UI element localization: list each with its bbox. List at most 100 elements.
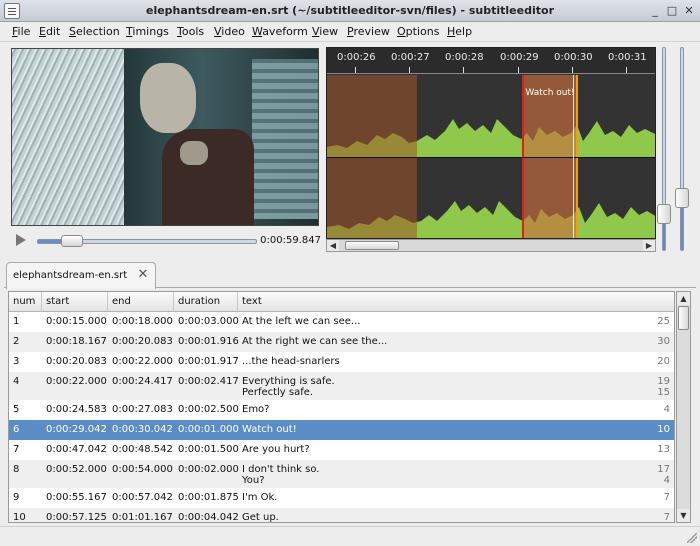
menu-selection[interactable]: Selection bbox=[69, 25, 120, 38]
column-header-text[interactable]: text bbox=[238, 292, 674, 312]
waveform-scale-slider[interactable] bbox=[675, 47, 689, 251]
cell-duration: 0:00:01.000 bbox=[178, 424, 239, 435]
cell-end: 0:00:57.042 bbox=[112, 492, 173, 503]
scroll-right-icon[interactable]: ▶ bbox=[643, 240, 655, 251]
cell-text: Emo? bbox=[242, 404, 270, 415]
cell-start: 0:00:57.125 bbox=[46, 512, 107, 523]
video-frame[interactable] bbox=[11, 48, 319, 226]
cell-text: Are you hurt? bbox=[242, 444, 310, 455]
cell-end: 0:00:48.542 bbox=[112, 444, 173, 455]
column-header-start[interactable]: start bbox=[42, 292, 108, 312]
menu-preview[interactable]: Preview bbox=[347, 25, 390, 38]
cell-text: Get up. Emo, it's not safe here. bbox=[242, 512, 279, 523]
table-row[interactable]: 4 0:00:22.000 0:00:24.417 0:00:02.417 Everyt… bbox=[9, 372, 674, 400]
cell-start: 0:00:47.042 bbox=[46, 444, 107, 455]
cell-end: 0:00:24.417 bbox=[112, 376, 173, 387]
timeline-tick-label: 0:00:27 bbox=[391, 52, 430, 63]
resize-grip-icon[interactable] bbox=[687, 533, 697, 543]
table-row[interactable]: 8 0:00:52.000 0:00:54.000 0:00:02.000 I don'… bbox=[9, 460, 674, 488]
scroll-left-icon[interactable]: ◀ bbox=[327, 240, 339, 251]
cell-end: 0:00:18.000 bbox=[112, 316, 173, 327]
menu-options[interactable]: Options bbox=[397, 25, 439, 38]
table-header: num start end duration text bbox=[9, 292, 674, 312]
timeline-tick-label: 0:00:29 bbox=[500, 52, 539, 63]
waveform-scroll-thumb[interactable] bbox=[345, 241, 399, 250]
title-bar: elephantsdream-en.srt (~/subtitleeditor-… bbox=[0, 0, 700, 22]
tab-elephantsdream[interactable]: elephantsdream-en.srt ✕ bbox=[6, 262, 156, 289]
playback-time: 0:00:59.847 bbox=[260, 235, 321, 246]
cell-num: 2 bbox=[13, 336, 20, 347]
waveform-scale-knob[interactable] bbox=[675, 187, 689, 208]
timeline-tick-label: 0:00:31 bbox=[608, 52, 647, 63]
cell-duration: 0:00:03.000 bbox=[178, 316, 239, 327]
menu-timings[interactable]: Timings bbox=[126, 25, 169, 38]
cell-start: 0:00:15.000 bbox=[46, 316, 107, 327]
play-icon[interactable] bbox=[16, 234, 26, 246]
menu-video[interactable]: Video bbox=[214, 25, 245, 38]
waveform-active-subtitle-label: Watch out! bbox=[525, 88, 575, 98]
column-header-num[interactable]: num bbox=[9, 292, 42, 312]
cell-end: 0:00:30.042 bbox=[112, 424, 173, 435]
cell-num: 6 bbox=[13, 424, 20, 435]
maximize-icon[interactable]: □ bbox=[665, 4, 679, 18]
waveform-horizontal-scrollbar[interactable]: ◀ ▶ bbox=[326, 239, 656, 252]
cell-duration: 0:00:01.875 bbox=[178, 492, 239, 503]
close-icon[interactable]: ✕ bbox=[682, 4, 696, 18]
minimize-icon[interactable]: _ bbox=[648, 4, 662, 18]
waveform-timeline: 0:00:26 0:00:27 0:00:28 0:00:29 0:00:30 … bbox=[327, 48, 655, 74]
cell-start: 0:00:22.000 bbox=[46, 376, 107, 387]
table-row[interactable]: 6 0:00:29.042 0:00:30.042 0:00:01.000 Watch … bbox=[9, 420, 674, 440]
waveform-zoom-slider[interactable] bbox=[657, 47, 671, 251]
column-header-duration[interactable]: duration bbox=[174, 292, 238, 312]
cell-start: 0:00:24.583 bbox=[46, 404, 107, 415]
seek-slider[interactable] bbox=[37, 235, 257, 247]
cell-end: 0:00:22.000 bbox=[112, 356, 173, 367]
cell-cps: 19 15 bbox=[657, 376, 670, 398]
cell-duration: 0:00:01.917 bbox=[178, 356, 239, 367]
cell-start: 0:00:29.042 bbox=[46, 424, 107, 435]
cell-text: ...the head-snarlers bbox=[242, 356, 340, 367]
table-vertical-scrollbar[interactable]: ▲ ▼ bbox=[676, 291, 691, 523]
cell-end: 0:00:27.083 bbox=[112, 404, 173, 415]
menu-view[interactable]: View bbox=[312, 25, 338, 38]
table-row[interactable]: 10 0:00:57.125 0:01:01.167 0:00:04.042 Get u… bbox=[9, 508, 674, 523]
cell-start: 0:00:18.167 bbox=[46, 336, 107, 347]
waveform-zoom-knob[interactable] bbox=[657, 204, 671, 225]
scroll-down-icon[interactable]: ▼ bbox=[677, 509, 690, 522]
table-row[interactable]: 7 0:00:47.042 0:00:48.542 0:00:01.500 Are yo… bbox=[9, 440, 674, 460]
menu-tools[interactable]: Tools bbox=[177, 25, 204, 38]
cell-text: Watch out! bbox=[242, 424, 297, 435]
menu-waveform[interactable]: Waveform bbox=[252, 25, 308, 38]
table-row[interactable]: 1 0:00:15.000 0:00:18.000 0:00:03.000 At the… bbox=[9, 312, 674, 332]
menu-edit[interactable]: Edit bbox=[39, 25, 60, 38]
cell-text: I don't think so. You? bbox=[242, 464, 320, 486]
cell-start: 0:00:20.083 bbox=[46, 356, 107, 367]
table-row[interactable]: 5 0:00:24.583 0:00:27.083 0:00:02.500 Emo? 4 bbox=[9, 400, 674, 420]
cell-cps: 25 bbox=[657, 316, 670, 327]
table-row[interactable]: 2 0:00:18.167 0:00:20.083 0:00:01.916 At the… bbox=[9, 332, 674, 352]
cell-end: 0:01:01.167 bbox=[112, 512, 173, 523]
cell-duration: 0:00:02.500 bbox=[178, 404, 239, 415]
table-scroll-thumb[interactable] bbox=[678, 306, 689, 330]
waveform-play-cursor bbox=[573, 75, 574, 238]
cell-end: 0:00:20.083 bbox=[112, 336, 173, 347]
player-controls: 0:00:59.847 bbox=[11, 232, 321, 250]
waveform-area[interactable]: Watch out! bbox=[327, 75, 655, 238]
close-tab-icon[interactable]: ✕ bbox=[135, 267, 151, 283]
cell-duration: 0:00:04.042 bbox=[178, 512, 239, 523]
cell-end: 0:00:54.000 bbox=[112, 464, 173, 475]
column-header-end[interactable]: end bbox=[108, 292, 174, 312]
menu-help[interactable]: Help bbox=[447, 25, 472, 38]
cell-num: 9 bbox=[13, 492, 20, 503]
timeline-tick-label: 0:00:26 bbox=[337, 52, 376, 63]
menu-file[interactable]: File bbox=[12, 25, 30, 38]
timeline-tick-label: 0:00:28 bbox=[445, 52, 484, 63]
seek-slider-knob[interactable] bbox=[60, 235, 83, 247]
table-row[interactable]: 9 0:00:55.167 0:00:57.042 0:00:01.875 I'm Ok… bbox=[9, 488, 674, 508]
waveform-view[interactable]: 0:00:26 0:00:27 0:00:28 0:00:29 0:00:30 … bbox=[326, 47, 656, 239]
cell-cps: 7 bbox=[663, 492, 670, 503]
table-row[interactable]: 3 0:00:20.083 0:00:22.000 0:00:01.917 ...the… bbox=[9, 352, 674, 372]
scroll-up-icon[interactable]: ▲ bbox=[677, 292, 690, 305]
cell-cps: 30 bbox=[657, 336, 670, 347]
cell-num: 8 bbox=[13, 464, 20, 475]
